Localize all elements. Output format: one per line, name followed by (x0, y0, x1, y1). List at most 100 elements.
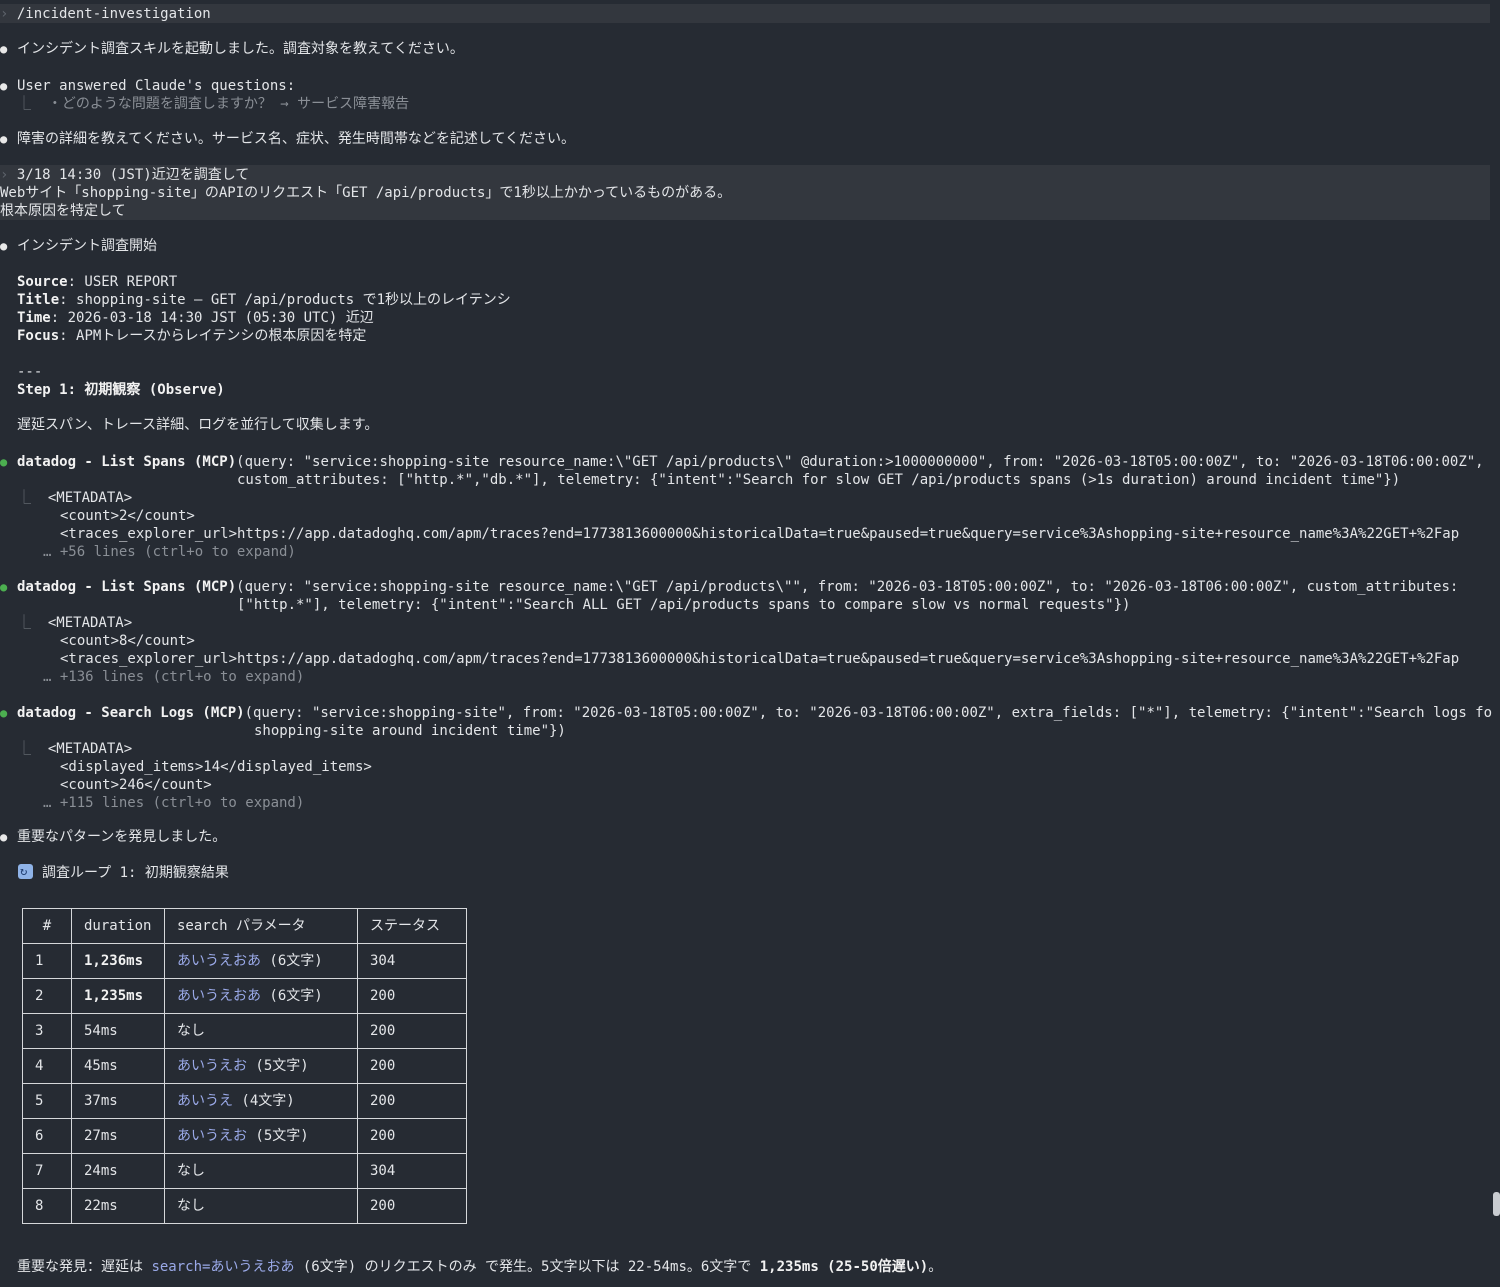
report-title: Title: shopping-site — GET /api/products… (17, 291, 511, 309)
table-row: 1 1,236ms あいうえおあ (6文字) 304 (22, 943, 467, 979)
user-answered-title: User answered Claude's questions: (17, 78, 296, 94)
user-answered: User answered Claude's questions: (0, 77, 295, 95)
param-value: あいうえおあ (177, 988, 261, 1004)
table-row: 4 45ms あいうえお (5文字) 200 (22, 1048, 467, 1084)
tree-branch-icon: ⎿ (17, 741, 48, 757)
bullet-icon (0, 237, 17, 255)
finding-highlight: search=あいうえおあ (151, 1259, 295, 1275)
column-header: ステータス (357, 908, 467, 944)
row-duration: 22ms (71, 1188, 165, 1224)
loop-heading: 調査ループ 1: 初期観察結果 (18, 862, 229, 882)
param-value: あいうえお (177, 1058, 247, 1074)
row-duration: 1,236ms (71, 943, 165, 979)
scrollbar-thumb[interactable] (1493, 1192, 1500, 1216)
expand-hint[interactable]: … +115 lines (ctrl+o to expand) (43, 794, 304, 812)
assistant-message: 障害の詳細を教えてください。サービス名、症状、発生時間帯などを記述してください。 (0, 130, 575, 148)
column-header: duration (71, 908, 165, 944)
tool-output-line: <METADATA> (47, 741, 133, 757)
row-status: 200 (357, 1048, 467, 1084)
table-row: 8 22ms なし 200 (22, 1188, 467, 1224)
bullet-icon (0, 130, 17, 148)
user-answer-detail: ⎿ ・どのような問題を調査しますか？ → サービス障害報告 (17, 95, 409, 113)
report-source: Source: USER REPORT (17, 273, 177, 291)
key-finding: 重要な発見：遅延は search=あいうえおあ (6文字) のリクエストのみ で… (17, 1258, 942, 1276)
report-focus: Focus: APMトレースからレイテンシの根本原因を特定 (17, 327, 366, 345)
row-search-param: なし (164, 1153, 358, 1189)
table-body: 1 1,236ms あいうえおあ (6文字) 304 2 1,235ms あいうえおあ (6… (22, 943, 467, 1224)
tool-args: custom_attributes: ["http.*","db.*"], te… (237, 472, 1401, 488)
param-length: (4文字) (233, 1093, 295, 1109)
command-band (0, 4, 1490, 23)
finding-emphasis: 1,235ms (25-50倍遅い) (759, 1259, 929, 1275)
param-length: (6文字) (261, 953, 323, 969)
tool-call[interactable]: datadog - Search Logs (MCP)(query: "serv… (0, 704, 1492, 722)
command-line: › /incident-investigation (0, 5, 211, 23)
row-search-param: なし (164, 1188, 358, 1224)
assistant-message: インシデント調査スキルを起動しました。調査対象を教えてください。 (0, 40, 464, 58)
user-prompt-text: 3/18 14:30 (JST)近辺を調査して (16, 167, 250, 183)
loop-title: 調査ループ 1: 初期観察結果 (42, 865, 229, 881)
user-prompt-line: Webサイト「shopping-site」のAPIのリクエスト「GET /api… (0, 185, 732, 201)
row-duration: 45ms (71, 1048, 165, 1084)
bullet-icon (0, 40, 17, 58)
step-description: 遅延スパン、トレース詳細、ログを並行して収集します。 (17, 417, 379, 433)
report-value: : shopping-site — GET /api/products で1秒以… (59, 292, 511, 308)
loop-refresh-icon (18, 862, 33, 880)
tree-branch-icon: ⎿ (17, 615, 48, 631)
row-search-param: なし (164, 1013, 358, 1049)
tool-output-line: <displayed_items>14</displayed_items> (60, 759, 372, 775)
command-text: /incident-investigation (16, 6, 211, 22)
expand-hint[interactable]: … +136 lines (ctrl+o to expand) (43, 668, 304, 686)
prompt-chevron-icon: › (0, 167, 17, 183)
tool-output-line: <count>246</count> (60, 777, 212, 793)
results-table: # duration search パラメータ ステータス 1 1,236ms あい… (22, 908, 467, 1224)
report-label: Title (17, 292, 60, 308)
tool-name: datadog - List Spans (MCP) (17, 454, 237, 470)
tool-args: (query: "service:shopping-site resource_… (236, 454, 1484, 470)
message-text: インシデント調査開始 (17, 238, 157, 254)
tool-output-line: <count>8</count> (60, 633, 195, 649)
user-answer-text: ・どのような問題を調査しますか？ → サービス障害報告 (47, 96, 410, 112)
report-label: Source (17, 274, 68, 290)
separator: --- (17, 364, 43, 380)
row-index: 8 (22, 1188, 72, 1224)
table-header-row: # duration search パラメータ ステータス (22, 908, 467, 944)
row-status: 200 (357, 1118, 467, 1154)
tool-output: ⎿ <METADATA> (17, 740, 132, 758)
user-prompt-line: 根本原因を特定して (0, 203, 126, 219)
row-search-param: あいうえおあ (6文字) (164, 943, 358, 979)
row-index: 6 (22, 1118, 72, 1154)
expand-hint[interactable]: … +56 lines (ctrl+o to expand) (43, 543, 296, 561)
row-status: 304 (357, 943, 467, 979)
table-row: 2 1,235ms あいうえおあ (6文字) 200 (22, 978, 467, 1014)
row-duration: 24ms (71, 1153, 165, 1189)
row-status: 200 (357, 978, 467, 1014)
tree-branch-icon: ⎿ (17, 490, 48, 506)
tool-output: ⎿ <METADATA> (17, 489, 132, 507)
row-search-param: あいうえお (5文字) (164, 1118, 358, 1154)
tool-name: datadog - Search Logs (MCP) (17, 705, 245, 721)
param-length: (5文字) (247, 1128, 309, 1144)
status-dot-icon (0, 704, 17, 722)
param-length: なし (177, 1163, 205, 1179)
finding-text: (6文字) のリクエストのみ で発生。5文字以下は 22-54ms。6文字で (294, 1259, 760, 1275)
param-length: なし (177, 1198, 205, 1214)
table-row: 6 27ms あいうえお (5文字) 200 (22, 1118, 467, 1154)
finding-text: 重要な発見：遅延は (17, 1259, 152, 1275)
tree-branch-icon: ⎿ (17, 96, 48, 112)
tool-args: ["http.*"], telemetry: {"intent":"Search… (237, 597, 1131, 613)
message-text: 障害の詳細を教えてください。サービス名、症状、発生時間帯などを記述してください。 (17, 131, 576, 147)
row-index: 7 (22, 1153, 72, 1189)
tool-output-line: <count>2</count> (60, 508, 195, 524)
tool-output-line: <METADATA> (47, 490, 133, 506)
finding-text: 。 (928, 1259, 943, 1275)
column-header: search パラメータ (164, 908, 358, 944)
report-value: : USER REPORT (67, 274, 178, 290)
param-length: (6文字) (261, 988, 323, 1004)
tool-name: datadog - List Spans (MCP) (17, 579, 237, 595)
bullet-icon (0, 77, 17, 95)
tool-call[interactable]: datadog - List Spans (MCP)(query: "servi… (0, 578, 1458, 596)
tool-args: (query: "service:shopping-site", from: "… (244, 705, 1493, 721)
tool-call[interactable]: datadog - List Spans (MCP)(query: "servi… (0, 453, 1484, 471)
assistant-message: 重要なパターンを発見しました。 (0, 828, 226, 846)
